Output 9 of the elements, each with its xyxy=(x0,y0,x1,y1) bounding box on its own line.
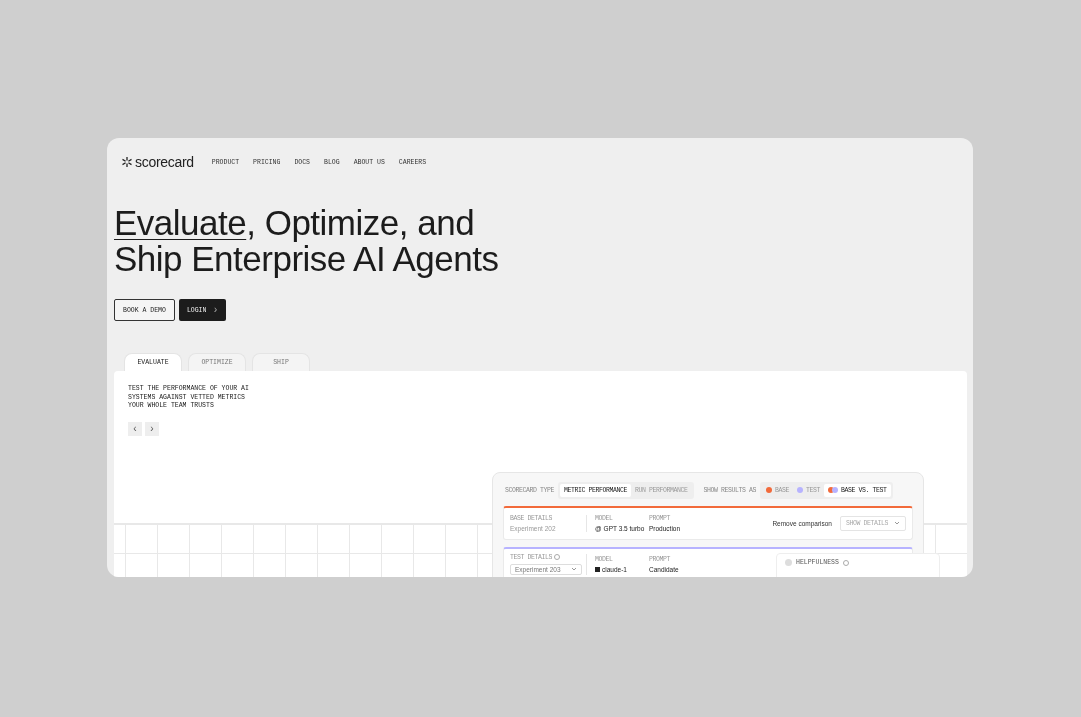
previous-button[interactable]: ‹ xyxy=(128,421,142,436)
chevron-icon xyxy=(894,521,900,526)
next-button[interactable]: › xyxy=(145,421,159,436)
headline-link[interactable]: Evaluate xyxy=(114,203,247,242)
square-icon xyxy=(595,566,600,572)
headline: Evaluate, Optimize, and Ship Enterprise AI Agents xyxy=(114,205,500,277)
asterisk-logo-icon xyxy=(121,156,133,168)
brand-name[interactable]: scorecard xyxy=(135,154,194,170)
chevron-icon xyxy=(571,567,577,572)
